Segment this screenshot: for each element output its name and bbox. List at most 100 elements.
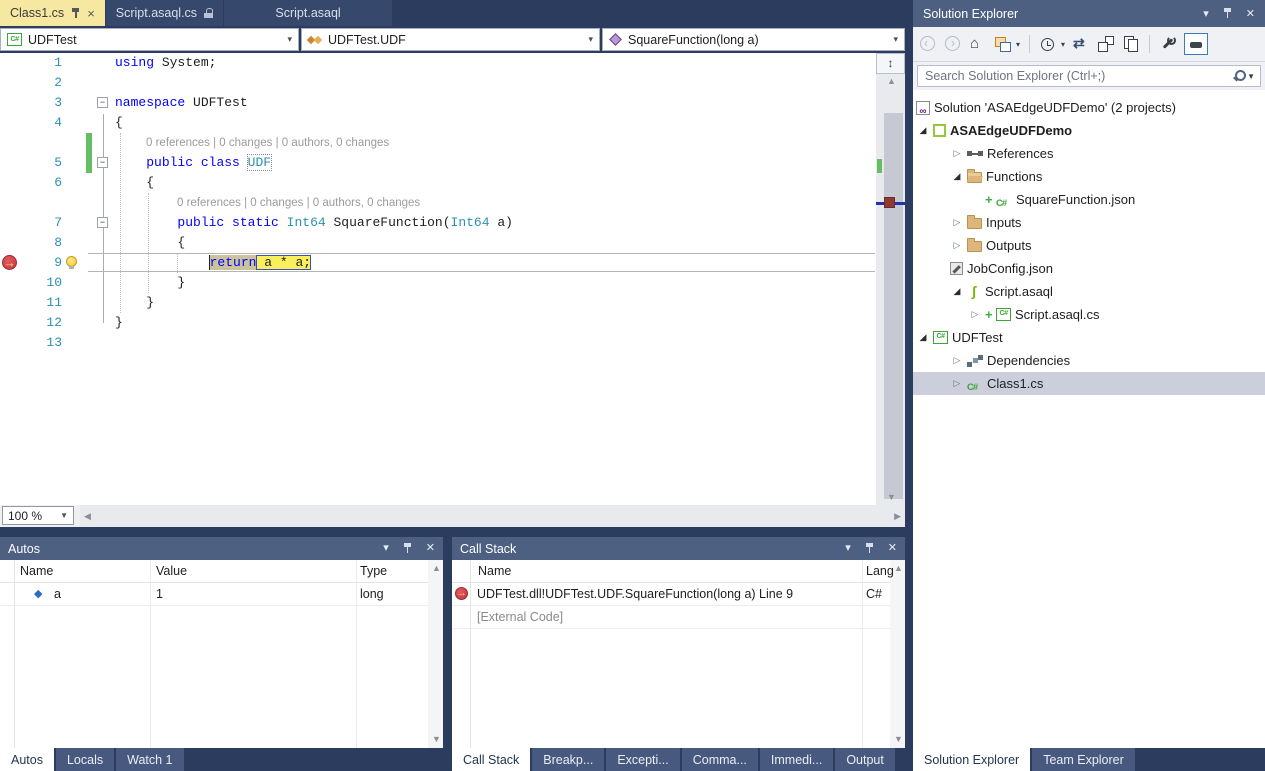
call-stack-scrollbar[interactable]: ▲ ▼ [890,560,905,748]
document-tab[interactable]: Script.asaql.cs [106,0,223,26]
pin-icon[interactable] [1223,8,1232,19]
line-number[interactable]: 10 [18,273,62,293]
tool-window-tab[interactable]: Locals [56,748,114,771]
expander-collapsed-icon[interactable]: ▷ [950,240,964,251]
solution-explorer-title-bar[interactable]: Solution Explorer ▾ ✕ [913,0,1265,27]
tool-window-tab[interactable]: Breakp... [532,748,604,771]
tree-item-references[interactable]: ▷References [913,142,1265,165]
forward-icon[interactable] [944,35,962,53]
collapse-all-icon[interactable] [1097,35,1115,53]
line-number[interactable]: 11 [18,293,62,313]
expander-collapsed-icon[interactable]: ▷ [950,148,964,159]
close-icon[interactable]: ✕ [426,543,435,554]
breakpoint-current-statement-icon[interactable] [2,255,17,270]
tree-item-outputs[interactable]: ▷Outputs [913,234,1265,257]
expander-expanded-icon[interactable]: ◢ [950,286,964,297]
tree-item-jobconfig-json[interactable]: JobConfig.json [913,257,1265,280]
line-number[interactable]: 9 [18,253,62,273]
type-dropdown[interactable]: UDFTest.UDF▾ [301,28,600,51]
chevron-down-icon[interactable]: ▾ [588,34,593,45]
tree-item-squarefunction-json[interactable]: +SquareFunction.json [913,188,1265,211]
column-header[interactable]: Name [478,560,511,583]
search-box[interactable]: ▼ [917,65,1261,87]
call-stack-title-bar[interactable]: Call Stack ▾ ✕ [452,537,905,560]
project-dropdown[interactable]: UDFTest▾ [0,28,299,51]
autos-title-bar[interactable]: Autos ▾ ✕ [0,537,443,560]
pin-icon[interactable] [865,543,874,554]
tool-window-tab[interactable]: Output [835,748,895,771]
collapse-region-icon[interactable]: − [97,217,108,228]
tree-item-script-asaql[interactable]: ◢Script.asaql [913,280,1265,303]
scroll-up-arrow-icon[interactable]: ▲ [887,77,896,86]
codelens-info[interactable]: 0 references | 0 changes | 0 authors, 0 … [146,133,389,153]
column-header[interactable]: Type [360,560,387,583]
autos-row[interactable]: ◆a1long [0,583,428,606]
expander-expanded-icon[interactable]: ◢ [916,332,930,343]
tree-item-udftest[interactable]: ◢UDFTest [913,326,1265,349]
tool-window-tab[interactable]: Immedi... [760,748,833,771]
document-tab[interactable]: Script.asaql [224,0,392,26]
tree-item-class1-cs[interactable]: ▷Class1.cs [913,372,1265,395]
expander-expanded-icon[interactable]: ◢ [916,125,930,136]
expander-collapsed-icon[interactable]: ▷ [950,355,964,366]
chevron-down-icon[interactable]: ▾ [893,34,898,45]
lightbulb-icon[interactable] [66,256,78,270]
refresh-icon[interactable] [1072,35,1090,53]
tool-window-tab[interactable]: Solution Explorer [913,748,1030,771]
scrollbar-thumb[interactable] [884,113,903,499]
scrollbar-track[interactable]: ▲ ▼ [876,74,905,505]
line-number[interactable]: 12 [18,313,62,333]
call-stack-frame[interactable]: UDFTest.dll!UDFTest.UDF.SquareFunction(l… [452,583,890,606]
scroll-up-arrow-icon[interactable]: ▲ [432,564,441,573]
column-header[interactable]: Name [20,560,53,583]
document-tab[interactable]: Class1.cs× [0,0,105,26]
pin-icon[interactable] [403,543,412,554]
tree-item-script-asaql-cs[interactable]: ▷+Script.asaql.cs [913,303,1265,326]
home-icon[interactable] [969,35,987,53]
scroll-left-arrow-icon[interactable]: ◀ [84,512,91,521]
line-number[interactable]: 5 [18,153,62,173]
tool-window-tab[interactable]: Comma... [682,748,758,771]
editor-vertical-scrollbar[interactable]: ↕ ▲ ▼ [876,53,905,505]
column-header[interactable]: Value [156,560,187,583]
tool-window-tab[interactable]: Autos [0,748,54,771]
line-number[interactable]: 3 [18,93,62,113]
line-number[interactable]: 1 [18,53,62,73]
expander-expanded-icon[interactable]: ◢ [950,171,964,182]
column-header[interactable]: Lang [866,560,894,583]
line-number[interactable]: 7 [18,213,62,233]
call-stack-frame[interactable]: [External Code] [452,606,890,629]
autos-scrollbar[interactable]: ▲ ▼ [428,560,443,748]
search-icon[interactable] [1232,69,1246,83]
chevron-down-icon[interactable]: ▼ [1247,72,1255,81]
scroll-down-arrow-icon[interactable]: ▼ [432,735,441,744]
chevron-down-icon[interactable]: ▾ [287,34,292,45]
tool-window-tab[interactable]: Excepti... [606,748,679,771]
tree-item-functions[interactable]: ◢Functions [913,165,1265,188]
tool-window-tab[interactable]: Team Explorer [1032,748,1135,771]
code-editor[interactable]: 1using System;23−namespace UDFTest4{0 re… [0,53,905,505]
scroll-down-arrow-icon[interactable]: ▼ [887,493,896,502]
pin-icon[interactable] [71,8,80,19]
codelens-info[interactable]: 0 references | 0 changes | 0 authors, 0 … [177,193,420,213]
tool-window-tab[interactable]: Watch 1 [116,748,183,771]
scroll-down-arrow-icon[interactable]: ▼ [894,735,903,744]
editor-horizontal-scrollbar[interactable]: ◀ ▶ [80,505,905,527]
line-number[interactable]: 4 [18,113,62,133]
expander-collapsed-icon[interactable]: ▷ [950,378,964,389]
tree-item-inputs[interactable]: ▷Inputs [913,211,1265,234]
editor-zoom-select[interactable]: 100 % ▼ [2,506,74,525]
collapse-region-icon[interactable]: − [97,157,108,168]
properties-icon[interactable] [1122,35,1140,53]
expander-collapsed-icon[interactable]: ▷ [950,217,964,228]
preview-selected-toggle[interactable] [1184,33,1208,55]
chevron-down-icon[interactable]: ▾ [1016,40,1020,49]
close-icon[interactable]: ✕ [888,543,897,554]
search-input[interactable] [923,68,1228,84]
expander-collapsed-icon[interactable]: ▷ [968,309,982,320]
chevron-down-icon[interactable]: ▾ [1203,7,1209,20]
tool-window-tab[interactable]: Call Stack [452,748,530,771]
chevron-down-icon[interactable]: ▾ [845,543,851,554]
history-filter-icon[interactable] [1039,35,1057,53]
line-number[interactable]: 8 [18,233,62,253]
